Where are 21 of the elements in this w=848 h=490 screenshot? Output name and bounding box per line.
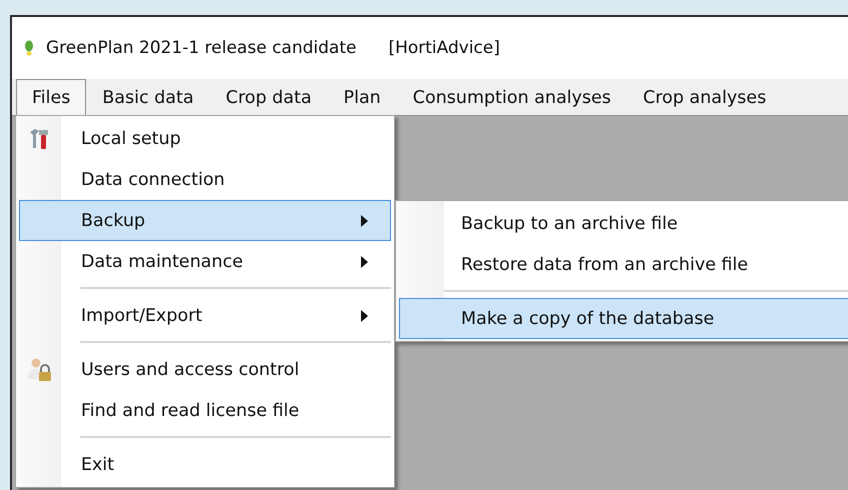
menu-item[interactable]: Import/Export: [19, 295, 391, 336]
menu-item[interactable]: Data connection: [19, 159, 391, 200]
menu-item[interactable]: Backup to an archive file: [399, 203, 848, 244]
menu-tab[interactable]: Crop analyses: [627, 79, 782, 115]
menu-item[interactable]: Exit: [19, 444, 391, 485]
user-lock-icon: [26, 357, 52, 383]
menu-item[interactable]: Backup: [19, 200, 391, 241]
menu-item[interactable]: Restore data from an archive file: [399, 244, 848, 285]
menu-item[interactable]: Local setup: [19, 118, 391, 159]
menu-tab[interactable]: Consumption analyses: [396, 79, 628, 115]
menu-item[interactable]: Users and access control: [19, 349, 391, 390]
menu-tab[interactable]: Crop data: [210, 79, 328, 115]
leaf-icon: [24, 40, 34, 56]
menu-tab[interactable]: Plan: [328, 79, 397, 115]
menu-item[interactable]: Make a copy of the database: [399, 298, 848, 339]
window-title: GreenPlan 2021-1 release candidate: [46, 38, 356, 58]
menu-tab[interactable]: Basic data: [86, 79, 210, 115]
window-subtitle: [HortiAdvice]: [388, 38, 500, 58]
menu-item[interactable]: Data maintenance: [19, 241, 391, 282]
menu-item[interactable]: Find and read license file: [19, 390, 391, 431]
menu-tab[interactable]: Files: [16, 79, 86, 115]
